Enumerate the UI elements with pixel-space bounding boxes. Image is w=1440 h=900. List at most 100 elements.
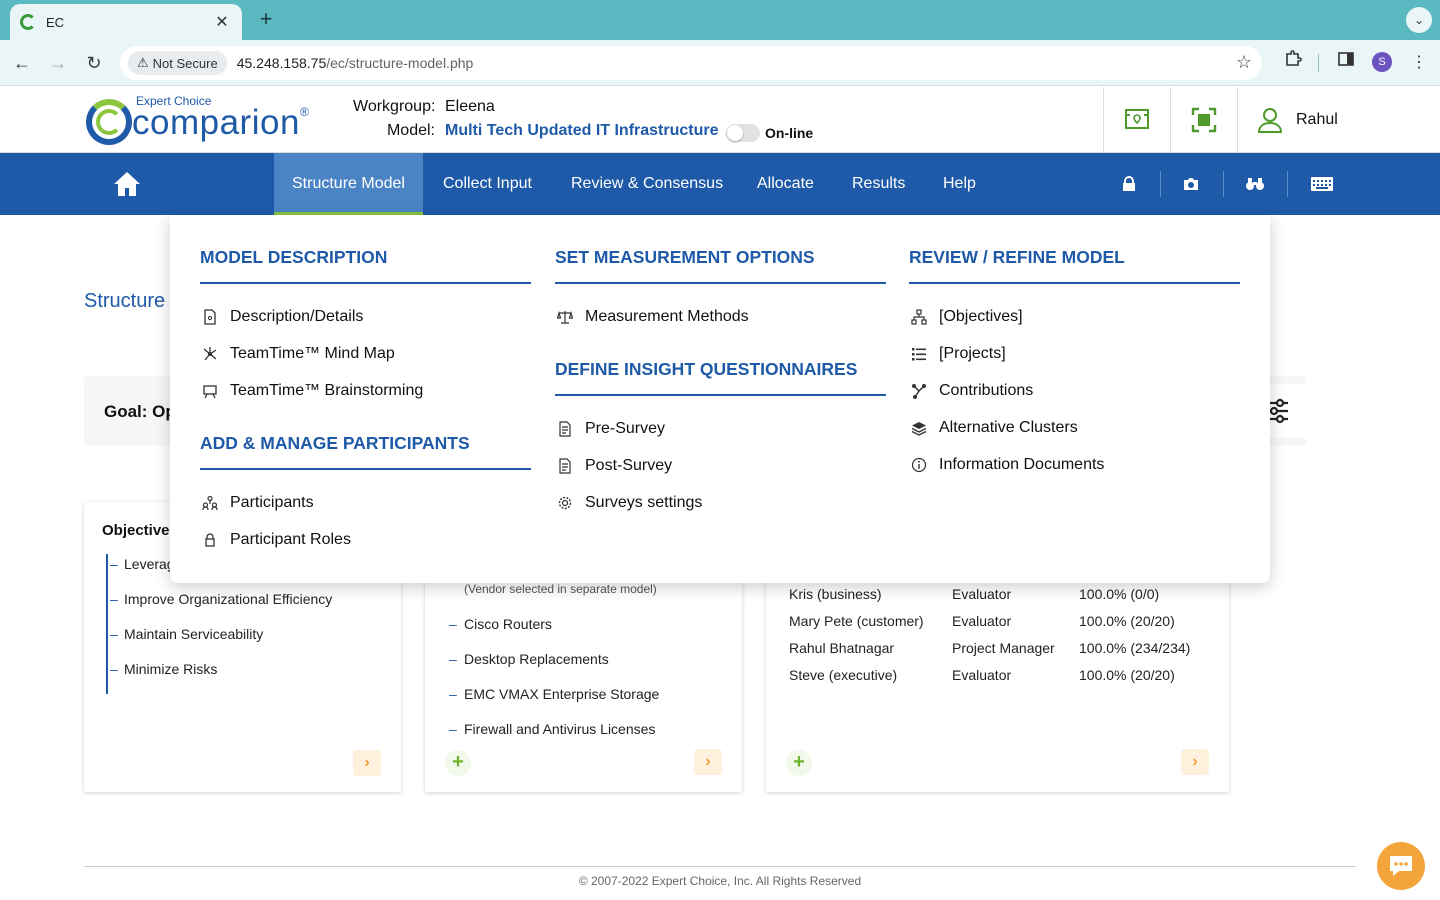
table-row[interactable]: Steve (executive) Evaluator 100.0% (20/20) xyxy=(789,667,1190,694)
menu-item-surveys-settings[interactable]: Surveys settings xyxy=(555,484,886,521)
layers-icon xyxy=(909,418,929,438)
nav-results[interactable]: Results xyxy=(834,153,923,215)
footer-copyright: © 2007-2022 Expert Choice, Inc. All Righ… xyxy=(578,874,862,888)
alternative-item[interactable]: EMC VMAX Enterprise Storage xyxy=(447,684,659,719)
menu-item-participant-roles[interactable]: Participant Roles xyxy=(200,521,531,558)
page-title: Structure xyxy=(84,290,166,312)
forward-icon[interactable]: → xyxy=(45,50,71,76)
participants-icon xyxy=(200,493,220,513)
participants-open-button[interactable]: › xyxy=(1181,749,1209,775)
nav-review-consensus[interactable]: Review & Consensus xyxy=(553,153,741,215)
browser-menu-icon[interactable]: ⋮ xyxy=(1406,50,1432,76)
browser-tab[interactable]: EC ✕ xyxy=(10,4,242,40)
gear-icon xyxy=(555,493,575,513)
alternative-item[interactable]: Desktop Replacements xyxy=(447,649,659,684)
menu-item-post-survey[interactable]: Post-Survey xyxy=(555,447,886,484)
participant-progress: 100.0% (0/0) xyxy=(1079,586,1160,602)
participant-role: Project Manager xyxy=(952,640,1055,656)
menu-heading-review-refine: REVIEW / REFINE MODEL xyxy=(909,215,1240,284)
menu-item-participants[interactable]: Participants xyxy=(200,484,531,521)
menu-item-pre-survey[interactable]: Pre-Survey xyxy=(555,410,886,447)
user-menu[interactable]: Rahul xyxy=(1237,87,1440,152)
participant-progress: 100.0% (20/20) xyxy=(1079,667,1175,683)
address-bar[interactable]: ⚠ Not Secure 45.248.158.75/ec/structure-… xyxy=(120,46,1262,80)
model-label: Model: xyxy=(386,122,435,139)
nav-structure-model[interactable]: Structure Model xyxy=(274,153,423,215)
objectives-open-button[interactable]: › xyxy=(353,750,381,776)
participant-role: Evaluator xyxy=(952,613,1012,629)
menu-item-label: Contributions xyxy=(939,381,1034,399)
goal-text[interactable]: Goal: Op xyxy=(104,402,176,422)
binoculars-icon[interactable] xyxy=(1243,173,1267,195)
menu-column-review: REVIEW / REFINE MODEL [Objectives] [Proj… xyxy=(909,215,1240,483)
workgroup-value[interactable]: Eleena xyxy=(445,98,495,116)
scale-icon xyxy=(555,307,575,327)
menu-item-brainstorming[interactable]: TeamTime™ Brainstorming xyxy=(200,372,531,409)
side-panel-icon[interactable] xyxy=(1333,50,1359,76)
not-secure-badge[interactable]: ⚠ Not Secure xyxy=(128,51,227,75)
alternative-item[interactable]: Cisco Routers xyxy=(447,614,659,649)
hierarchy-icon xyxy=(909,307,929,327)
menu-item-label: Information Documents xyxy=(939,455,1105,473)
browser-toolbar: ← → ↻ ⚠ Not Secure 45.248.158.75/ec/stru… xyxy=(0,40,1440,86)
alternative-item[interactable]: Firewall and Antivirus Licenses xyxy=(447,719,659,754)
nav-divider xyxy=(1287,171,1288,197)
menu-item-contributions[interactable]: Contributions xyxy=(909,372,1240,409)
menu-item-measurement-methods[interactable]: Measurement Methods xyxy=(555,298,886,335)
fullscreen-button[interactable] xyxy=(1170,87,1237,152)
survey-icon xyxy=(555,456,575,476)
camera-icon[interactable] xyxy=(1179,173,1203,195)
lock-icon xyxy=(200,530,220,550)
workgroup-label: Workgroup: xyxy=(353,98,436,115)
menu-item-description-details[interactable]: Description/Details xyxy=(200,298,531,335)
extensions-icon[interactable] xyxy=(1280,50,1306,76)
model-name-link[interactable]: Multi Tech Updated IT Infrastructure xyxy=(445,122,719,140)
model-map-button[interactable] xyxy=(1103,87,1170,152)
online-toggle[interactable] xyxy=(726,124,760,142)
objective-item[interactable]: Maintain Serviceability xyxy=(108,624,332,659)
close-tab-icon[interactable]: ✕ xyxy=(212,12,232,32)
menu-heading-measurement: SET MEASUREMENT OPTIONS xyxy=(555,215,886,284)
objective-item[interactable]: Improve Organizational Efficiency xyxy=(108,589,332,624)
nav-help[interactable]: Help xyxy=(925,153,994,215)
menu-heading-questionnaires: DEFINE INSIGHT QUESTIONNAIRES xyxy=(555,335,886,396)
nav-divider xyxy=(1223,171,1224,197)
add-participant-button[interactable]: + xyxy=(786,750,812,776)
menu-item-projects[interactable]: [Projects] xyxy=(909,335,1240,372)
lock-icon[interactable] xyxy=(1117,173,1141,195)
reload-icon[interactable]: ↻ xyxy=(81,50,107,76)
menu-item-label: TeamTime™ Brainstorming xyxy=(230,381,424,399)
structure-model-dropdown: MODEL DESCRIPTION Description/Details Te… xyxy=(170,215,1270,583)
menu-item-alternative-clusters[interactable]: Alternative Clusters xyxy=(909,409,1240,446)
nav-allocate[interactable]: Allocate xyxy=(739,153,832,215)
chat-button[interactable] xyxy=(1377,842,1425,890)
keyboard-icon[interactable] xyxy=(1309,173,1335,195)
menu-heading-model-description: MODEL DESCRIPTION xyxy=(200,215,531,284)
menu-item-label: [Projects] xyxy=(939,344,1006,362)
comparion-logo[interactable]: Expert Choice comparion ® xyxy=(86,91,326,149)
add-alternative-button[interactable]: + xyxy=(445,750,471,776)
menu-item-label: TeamTime™ Mind Map xyxy=(230,344,395,362)
profile-avatar[interactable]: S xyxy=(1372,52,1392,72)
new-tab-button[interactable]: + xyxy=(254,8,278,32)
menu-item-information-documents[interactable]: Information Documents xyxy=(909,446,1240,483)
menu-item-objectives[interactable]: [Objectives] xyxy=(909,298,1240,335)
table-row[interactable]: Mary Pete (customer) Evaluator 100.0% (20/… xyxy=(789,613,1190,640)
nav-collect-input[interactable]: Collect Input xyxy=(425,153,550,215)
footer-divider xyxy=(84,866,1356,867)
participant-name: Rahul Bhatnagar xyxy=(789,640,895,656)
table-row[interactable]: Kris (business) Evaluator 100.0% (0/0) xyxy=(789,586,1190,613)
alternatives-open-button[interactable]: › xyxy=(694,749,722,775)
bookmark-star-icon[interactable]: ☆ xyxy=(1236,52,1252,73)
table-row[interactable]: Rahul Bhatnagar Project Manager 100.0% (23… xyxy=(789,640,1190,667)
participants-table: Kris (business) Evaluator 100.0% (0/0) Mar… xyxy=(789,586,1190,694)
menu-item-mind-map[interactable]: TeamTime™ Mind Map xyxy=(200,335,531,372)
back-icon[interactable]: ← xyxy=(9,50,35,76)
home-icon[interactable] xyxy=(112,169,142,199)
objectives-card-title: Objective xyxy=(102,522,170,539)
tab-search-button[interactable]: ⌄ xyxy=(1406,7,1432,33)
objective-item[interactable]: Minimize Risks xyxy=(108,659,332,694)
mind-map-icon xyxy=(200,344,220,364)
browser-tab-bar: EC ✕ + ⌄ xyxy=(0,0,1440,40)
participant-progress: 100.0% (20/20) xyxy=(1079,613,1175,629)
